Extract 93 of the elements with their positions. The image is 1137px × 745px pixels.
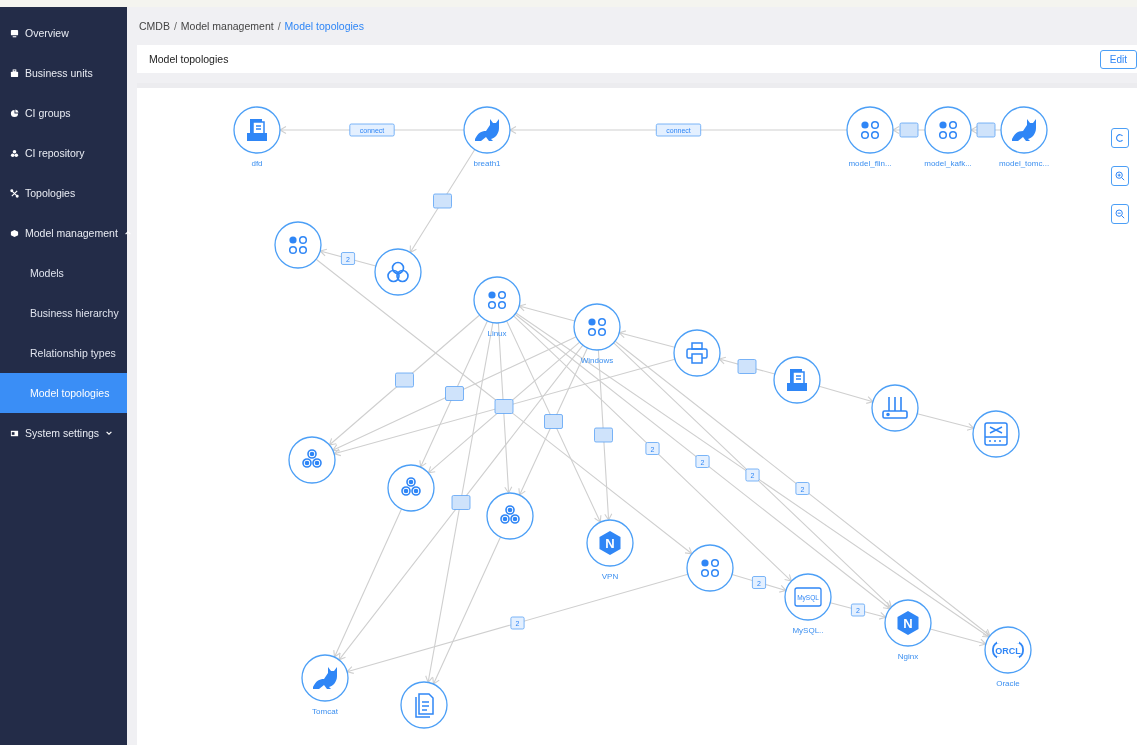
topology-node[interactable] bbox=[673, 329, 721, 377]
app-grid-icon bbox=[587, 317, 607, 337]
pie-chart-icon bbox=[10, 108, 19, 118]
cubes-icon bbox=[10, 148, 19, 158]
orcl-icon: ORCL bbox=[992, 640, 1024, 660]
edge-arrow bbox=[969, 125, 1002, 135]
hexagon-cluster-icon bbox=[500, 505, 520, 524]
sidebar-item[interactable]: System settings bbox=[0, 413, 127, 453]
edge-badge bbox=[594, 427, 613, 443]
topology-icon bbox=[10, 188, 19, 198]
sidebar-item[interactable]: Topologies bbox=[0, 173, 127, 213]
hexagon-cluster-icon bbox=[401, 477, 421, 496]
edge-arrow bbox=[891, 125, 926, 135]
sidebar-item[interactable]: Model management bbox=[0, 213, 127, 253]
edge-badge bbox=[395, 372, 414, 388]
reset-view-button[interactable] bbox=[1111, 128, 1129, 148]
settings-icon bbox=[10, 428, 19, 438]
sidebar-item[interactable]: Overview bbox=[0, 13, 127, 53]
breadcrumb-link[interactable]: CMDB bbox=[139, 20, 170, 32]
topology-node[interactable] bbox=[686, 544, 734, 592]
network-switch-icon bbox=[984, 422, 1008, 446]
zoom-out-button[interactable] bbox=[1111, 204, 1129, 224]
sidebar-subitem[interactable]: Business hierarchy bbox=[0, 293, 127, 333]
edge-badge bbox=[433, 193, 452, 209]
cat-icon bbox=[1012, 119, 1036, 141]
edge-badge bbox=[737, 359, 757, 374]
topology-node[interactable] bbox=[984, 626, 1032, 674]
cat-icon bbox=[313, 667, 337, 689]
chevron-icon bbox=[105, 429, 114, 437]
edge-badge bbox=[544, 414, 563, 429]
cat-icon bbox=[475, 119, 499, 141]
topology-node[interactable] bbox=[288, 436, 336, 484]
node-label: Linux bbox=[487, 329, 507, 338]
topology-node[interactable] bbox=[573, 303, 621, 351]
topology-node[interactable] bbox=[871, 384, 919, 432]
node-label: Oracle bbox=[996, 679, 1020, 688]
printer-icon bbox=[686, 342, 708, 364]
hexagon-cluster-icon bbox=[302, 449, 322, 468]
router-icon bbox=[882, 396, 908, 419]
app-grid-icon bbox=[487, 290, 507, 310]
edge-badge bbox=[976, 122, 996, 138]
topology-node[interactable] bbox=[972, 410, 1020, 458]
box-icon bbox=[10, 228, 19, 238]
node-label: model_kafk... bbox=[924, 159, 972, 168]
topology-node[interactable] bbox=[486, 492, 534, 540]
topology-node[interactable] bbox=[473, 276, 521, 324]
app-grid-icon bbox=[860, 120, 880, 140]
sidebar-subitem[interactable]: Relationship types bbox=[0, 333, 127, 373]
sidebar-item[interactable]: Business units bbox=[0, 53, 127, 93]
node-label: VPN bbox=[601, 572, 619, 581]
n-hexagon-icon: N bbox=[897, 611, 919, 635]
edge-badge bbox=[445, 386, 464, 401]
edge-badge bbox=[899, 122, 919, 138]
edit-button[interactable]: Edit bbox=[1099, 49, 1137, 69]
zoom-in-button[interactable] bbox=[1111, 166, 1129, 186]
app-grid-icon bbox=[700, 558, 720, 578]
document-tray-icon bbox=[787, 369, 807, 391]
page-title: Model topologies bbox=[149, 53, 229, 65]
topology-node[interactable] bbox=[387, 464, 435, 512]
cloud-icon bbox=[387, 261, 409, 283]
topology-node[interactable] bbox=[924, 106, 972, 154]
sidebar-item[interactable]: CI groups bbox=[0, 93, 127, 133]
topology-node[interactable] bbox=[274, 221, 322, 269]
node-label: breath1 bbox=[473, 159, 501, 168]
topology-node[interactable] bbox=[846, 106, 894, 154]
sidebar-subitem[interactable]: Models bbox=[0, 253, 127, 293]
node-label: Tomcat bbox=[312, 707, 338, 716]
zoom-in-icon bbox=[1115, 171, 1125, 181]
app-grid-icon bbox=[938, 120, 958, 140]
topology-node[interactable] bbox=[400, 681, 448, 729]
chevron-icon bbox=[123, 229, 132, 237]
node-label: Nginx bbox=[897, 652, 919, 661]
document-tray-icon bbox=[247, 119, 267, 141]
sidebar-item[interactable]: CI repository bbox=[0, 133, 127, 173]
refresh-icon bbox=[1115, 133, 1125, 143]
briefcase-icon bbox=[10, 68, 19, 78]
zoom-out-icon bbox=[1115, 209, 1125, 219]
document-icon bbox=[415, 693, 434, 718]
node-label: MySQL.. bbox=[792, 626, 824, 635]
edge-badge bbox=[451, 495, 471, 510]
edge-badge bbox=[494, 399, 514, 414]
node-label: Windows bbox=[580, 356, 614, 365]
n-hexagon-icon: N bbox=[599, 531, 621, 555]
node-label: model_flin... bbox=[848, 159, 892, 168]
app-grid-icon bbox=[288, 235, 308, 255]
breadcrumb-separator: / bbox=[277, 20, 281, 32]
topology-node[interactable] bbox=[374, 248, 422, 296]
breadcrumb-separator: / bbox=[173, 20, 177, 32]
monitor-icon bbox=[10, 28, 19, 38]
topology-node[interactable] bbox=[784, 573, 832, 621]
node-label: dfd bbox=[251, 159, 263, 168]
breadcrumb-link[interactable]: Model management bbox=[180, 20, 274, 32]
node-label: model_tomc... bbox=[998, 159, 1050, 168]
